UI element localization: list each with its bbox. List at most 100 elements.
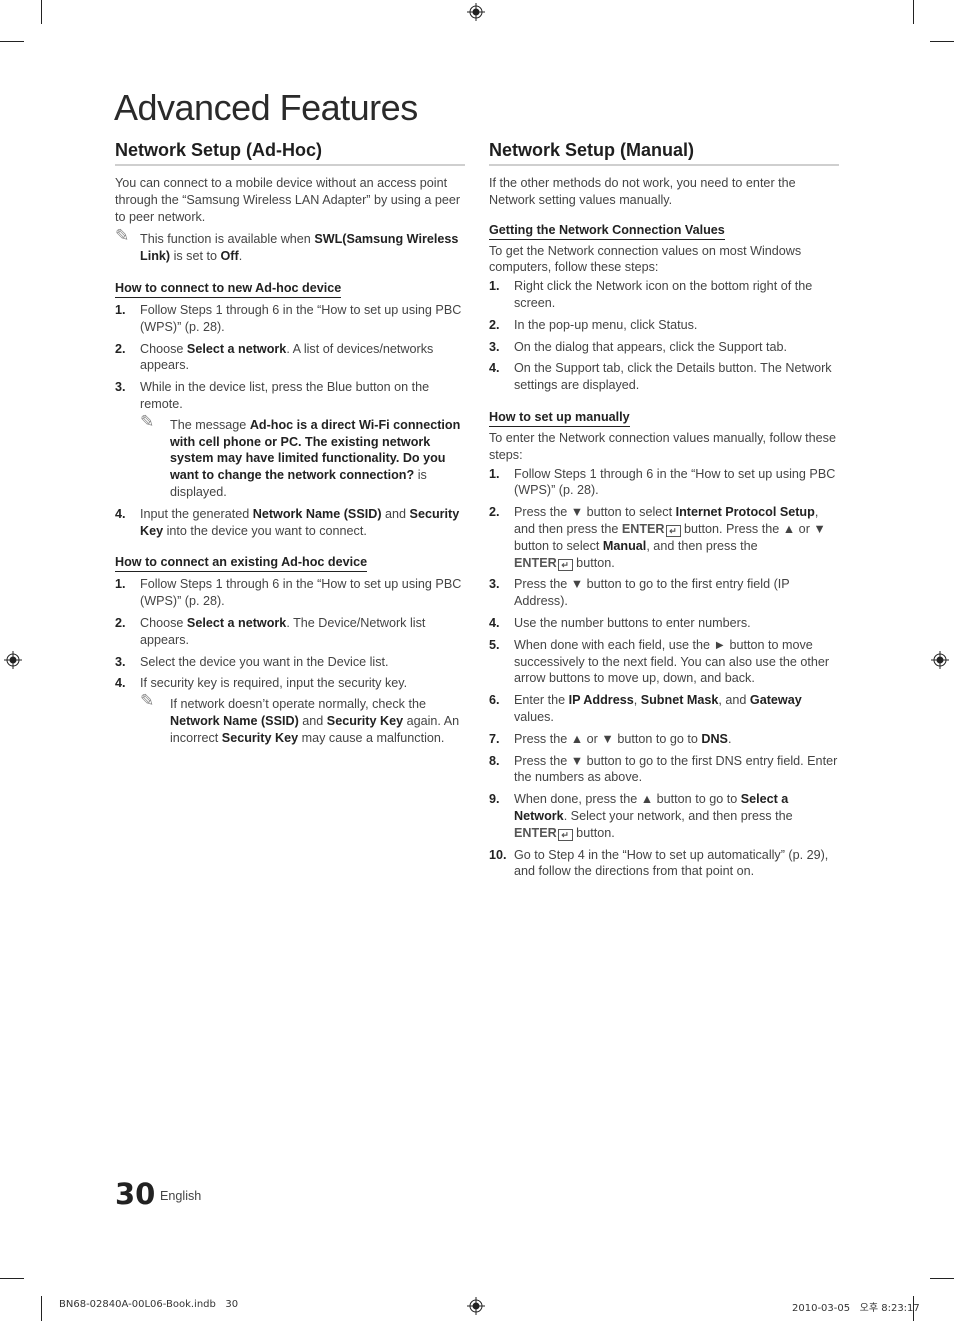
step-text: Choose xyxy=(140,341,187,356)
step-item: 1. Follow Steps 1 through 6 in the “How t… xyxy=(115,576,465,610)
intro-text: If the other methods do not work, you ne… xyxy=(489,176,796,207)
step-number: 2. xyxy=(489,317,500,332)
enter-label: ENTER xyxy=(514,825,557,840)
step-number: 1. xyxy=(489,279,500,294)
step-item: 3. On the dialog that appears, click the … xyxy=(489,339,839,356)
step-bold: IP Address xyxy=(568,693,634,708)
step-text: When done, press the ▲ button to go to xyxy=(514,792,741,807)
pencil-note-icon: ✎ xyxy=(140,691,155,711)
registration-mark-icon xyxy=(4,651,22,669)
step-item: 6. Enter the IP Address, Subnet Mask, and… xyxy=(489,692,839,726)
subsection-existing-device: How to connect an existing Ad-hoc device… xyxy=(115,553,465,746)
note-text: and xyxy=(298,713,327,728)
registration-mark-icon xyxy=(467,3,485,21)
steps-list: 1. Follow Steps 1 through 6 in the “How t… xyxy=(115,576,465,746)
page-number: 30 xyxy=(115,1177,156,1211)
step-item: 4. On the Support tab, click the Details … xyxy=(489,360,839,394)
step-item: 1. Follow Steps 1 through 6 in the “How t… xyxy=(489,466,839,500)
subsection-heading: How to connect an existing Ad-hoc device xyxy=(115,554,368,573)
page-title: Advanced Features xyxy=(114,87,418,128)
step-number: 6. xyxy=(489,693,500,708)
step-bold: Subnet Mask xyxy=(640,693,719,708)
step-text: . Select your network, and then press th… xyxy=(563,808,793,823)
section-title: Network Setup (Manual) xyxy=(489,138,839,166)
enter-button-label: ENTER ↵ xyxy=(514,825,573,841)
step-item: 3. While in the device list, press the Bl… xyxy=(115,379,465,501)
enter-icon: ↵ xyxy=(665,524,681,537)
intro-text: You can connect to a mobile device witho… xyxy=(115,176,461,224)
enter-icon: ↵ xyxy=(557,828,573,841)
step-text: Choose xyxy=(140,615,187,630)
step-text: , and xyxy=(718,693,750,708)
step-item: 8. Press the ▼ button to go to the first … xyxy=(489,753,839,787)
step-text: Right click the Network icon on the bott… xyxy=(514,279,813,310)
note: ✎ The message Ad-hoc is a direct Wi-Fi co… xyxy=(140,411,465,501)
note-text: may cause a malfunction. xyxy=(298,730,445,745)
step-text: In the pop-up menu, click Status. xyxy=(514,317,698,332)
step-text: and xyxy=(381,506,410,521)
step-text: On the dialog that appears, click the Su… xyxy=(514,339,788,354)
note-bold: Off xyxy=(220,249,239,264)
step-text: Go to Step 4 in the “How to set up autom… xyxy=(514,847,829,879)
step-bold: Select a network xyxy=(186,615,287,630)
step-text: If security key is required, input the s… xyxy=(140,676,408,691)
step-item: 4. Use the number buttons to enter number… xyxy=(489,615,839,632)
step-text: Follow Steps 1 through 6 in the “How to … xyxy=(140,577,462,609)
step-item: 4. If security key is required, input the… xyxy=(115,675,465,746)
step-number: 4. xyxy=(489,615,500,630)
crop-mark xyxy=(913,0,914,24)
step-text: Use the number buttons to enter numbers. xyxy=(514,615,751,630)
step-bold: Manual xyxy=(602,538,647,553)
step-text: values. xyxy=(514,709,554,724)
step-number: 1. xyxy=(115,302,126,317)
step-text: . xyxy=(727,731,732,746)
step-number: 3. xyxy=(489,577,500,592)
enter-button-label: ENTER ↵ xyxy=(514,556,573,571)
step-item: 5. When done with each field, use the ► b… xyxy=(489,637,839,687)
step-text: , xyxy=(633,693,641,708)
step-bold: Network Name (SSID) xyxy=(252,506,382,521)
step-text: While in the device list, press the Blue… xyxy=(140,380,430,411)
step-text: , and then press the xyxy=(646,538,758,553)
step-item: 2. In the pop-up menu, click Status. xyxy=(489,317,839,334)
print-slug-datetime: 2010-03-05 오후 8:23:17 xyxy=(792,1303,920,1314)
subsection-getting-values: Getting the Network Connection Values To… xyxy=(489,221,839,394)
crop-mark xyxy=(0,41,24,42)
steps-list: 1. Right click the Network icon on the bo… xyxy=(489,278,839,394)
note-bold: Network Name (SSID) xyxy=(170,713,299,728)
step-item: 3. Press the ▼ button to go to the first … xyxy=(489,576,839,610)
step-number: 8. xyxy=(489,753,500,768)
step-number: 4. xyxy=(489,361,500,376)
note-bold: Security Key xyxy=(326,713,404,728)
step-text: Press the ▲ or ▼ button to go to xyxy=(514,731,702,746)
steps-list: 1. Follow Steps 1 through 6 in the “How t… xyxy=(489,466,839,881)
step-number: 2. xyxy=(115,341,126,356)
step-item: 2. Choose Select a network. The Device/Ne… xyxy=(115,615,465,649)
step-item: 7. Press the ▲ or ▼ button to go to DNS. xyxy=(489,731,839,748)
subsection-intro: To enter the Network connection values m… xyxy=(489,430,836,462)
subsection-heading: How to connect to new Ad-hoc device xyxy=(115,280,342,298)
pencil-note-icon: ✎ xyxy=(140,411,155,431)
note: ✎ If network doesn’t operate normally, ch… xyxy=(140,691,465,746)
step-number: 1. xyxy=(115,577,126,592)
step-item: 2. Press the ▼ button to select Internet … xyxy=(489,504,839,571)
note-text: . xyxy=(238,249,243,264)
step-text: On the Support tab, click the Details bu… xyxy=(514,361,832,393)
step-item: 1. Right click the Network icon on the bo… xyxy=(489,278,839,312)
enter-label: ENTER xyxy=(621,521,665,536)
note-text: If network doesn’t operate normally, che… xyxy=(170,697,426,712)
section-title: Network Setup (Ad-Hoc) xyxy=(115,138,465,166)
step-text: Follow Steps 1 through 6 in the “How to … xyxy=(514,466,836,498)
step-bold: Internet Protocol Setup xyxy=(675,505,815,520)
step-text: Press the ▼ button to go to the first DN… xyxy=(514,753,838,785)
step-text: Press the ▼ button to go to the first en… xyxy=(514,577,790,609)
step-item: 10. Go to Step 4 in the “How to set up au… xyxy=(489,847,839,881)
subsection-heading: Getting the Network Connection Values xyxy=(489,222,725,240)
step-number: 7. xyxy=(489,731,500,746)
step-text: button. xyxy=(572,825,615,840)
step-number: 3. xyxy=(489,339,500,354)
page-language: English xyxy=(160,1189,202,1203)
crop-mark xyxy=(41,1296,42,1321)
crop-mark xyxy=(930,41,954,42)
steps-list: 1. Follow Steps 1 through 6 in the “How t… xyxy=(115,302,465,539)
